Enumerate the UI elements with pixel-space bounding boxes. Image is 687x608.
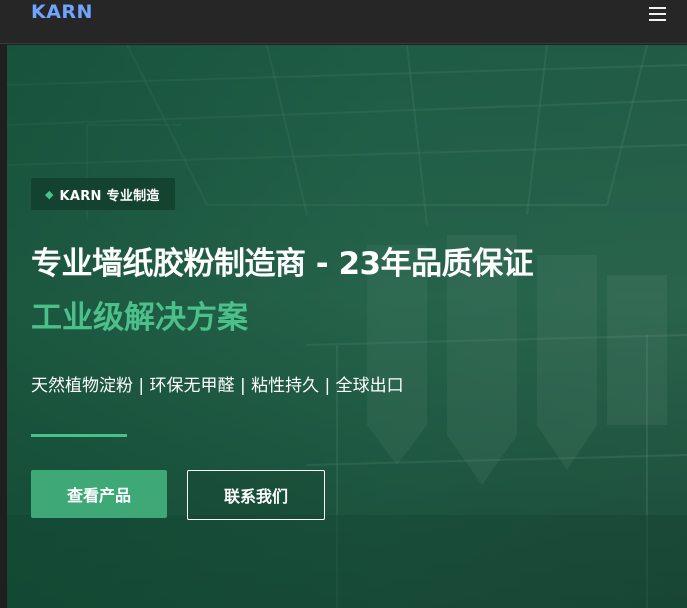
menu-bar: [649, 7, 666, 9]
accent-divider: [31, 434, 127, 437]
hero-headline: 专业墙纸胶粉制造商 - 23年品质保证: [31, 246, 534, 282]
menu-bar: [649, 19, 666, 21]
hero-features-text: 天然植物淀粉 | 环保无甲醛 | 粘性持久 | 全球出口: [31, 376, 404, 396]
diamond-icon: ◆: [45, 187, 54, 201]
brand-logo[interactable]: KARN: [31, 0, 93, 24]
hero-subheadline: 工业级解决方案: [31, 300, 248, 336]
hero-badge: ◆ KARN 专业制造: [31, 178, 175, 210]
contact-us-button[interactable]: 联系我们: [187, 470, 325, 520]
top-navbar: KARN: [0, 0, 687, 44]
view-products-button[interactable]: 查看产品: [31, 470, 167, 518]
hamburger-menu-icon[interactable]: [646, 4, 670, 24]
hero-section: ◆ KARN 专业制造 专业墙纸胶粉制造商 - 23年品质保证 工业级解决方案 …: [7, 45, 687, 608]
menu-bar: [649, 13, 666, 15]
hero-badge-label: KARN 专业制造: [59, 188, 160, 204]
